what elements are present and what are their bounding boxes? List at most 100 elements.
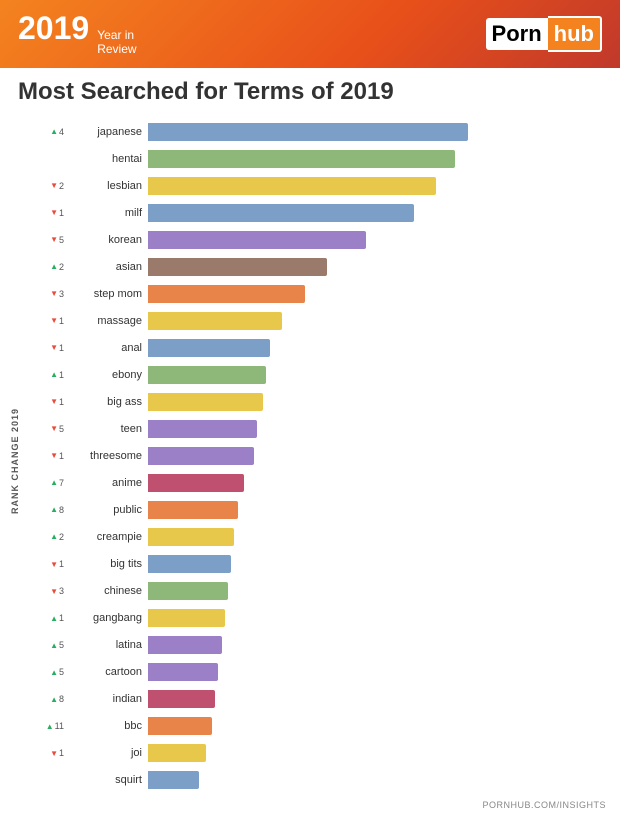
rank-change-item: ▲4	[28, 120, 66, 144]
bar	[148, 717, 212, 735]
rank-change-item: ▲2	[28, 255, 66, 279]
term-label: creampie	[66, 525, 148, 549]
term-label: korean	[66, 228, 148, 252]
term-label: milf	[66, 201, 148, 225]
page-title: Most Searched for Terms of 2019	[18, 78, 602, 106]
bar	[148, 420, 257, 438]
bar-row	[148, 768, 610, 792]
bar	[148, 204, 414, 222]
bar-row	[148, 606, 610, 630]
term-label: gangbang	[66, 606, 148, 630]
arrow-up-icon: ▲	[50, 505, 58, 514]
bar	[148, 636, 222, 654]
logo-hub: hub	[548, 16, 602, 52]
bar	[148, 312, 282, 330]
term-label: joi	[66, 741, 148, 765]
rank-changes-column: ▲4 ▼2▼1▼5▲2▼3▼1▼1▲1▼1▼5▼1▲7▲8▲2▼1▼3▲1▲5▲…	[28, 112, 66, 800]
rank-change-item: ▼1	[28, 201, 66, 225]
bar	[148, 231, 366, 249]
rank-change-item: ▼1	[28, 390, 66, 414]
bar-row	[148, 471, 610, 495]
rank-change-item: ▲5	[28, 633, 66, 657]
term-label: teen	[66, 417, 148, 441]
footer-url: PORNHUB.COM/INSIGHTS	[482, 800, 606, 810]
arrow-down-icon: ▼	[50, 749, 58, 758]
arrow-up-icon: ▲	[50, 695, 58, 704]
arrow-down-icon: ▼	[50, 397, 58, 406]
bar-row	[148, 741, 610, 765]
bar-row	[148, 417, 610, 441]
rank-change-item: ▲8	[28, 498, 66, 522]
bar-row	[148, 336, 610, 360]
bar-row	[148, 282, 610, 306]
bar	[148, 582, 228, 600]
rank-change-item: ▼1	[28, 336, 66, 360]
bar	[148, 123, 468, 141]
arrow-up-icon: ▲	[50, 478, 58, 487]
term-label: anal	[66, 336, 148, 360]
bar-row	[148, 363, 610, 387]
rank-change-item: ▲7	[28, 471, 66, 495]
term-label: public	[66, 498, 148, 522]
rank-change-item: ▲1	[28, 363, 66, 387]
bar-row	[148, 552, 610, 576]
bar	[148, 528, 234, 546]
rank-label-wrap: RANK CHANGE 2019	[4, 112, 26, 800]
arrow-down-icon: ▼	[50, 235, 58, 244]
rank-change-item: ▲5	[28, 660, 66, 684]
bar	[148, 258, 327, 276]
rank-change-item	[28, 147, 66, 171]
term-label: lesbian	[66, 174, 148, 198]
bars-area	[148, 112, 610, 800]
arrow-up-icon: ▲	[50, 614, 58, 623]
arrow-up-icon: ▲	[50, 370, 58, 379]
bar	[148, 339, 270, 357]
arrow-up-icon: ▲	[50, 532, 58, 541]
bar-row	[148, 255, 610, 279]
arrow-down-icon: ▼	[50, 181, 58, 190]
term-label: hentai	[66, 147, 148, 171]
bar-row	[148, 120, 610, 144]
rank-change-item: ▼1	[28, 552, 66, 576]
bar	[148, 150, 455, 168]
bar-row	[148, 660, 610, 684]
term-label: massage	[66, 309, 148, 333]
bar-row	[148, 228, 610, 252]
rank-change-item: ▼5	[28, 417, 66, 441]
bar-row	[148, 525, 610, 549]
bar	[148, 474, 244, 492]
bar-row	[148, 633, 610, 657]
bar	[148, 447, 254, 465]
arrow-down-icon: ▼	[50, 451, 58, 460]
term-label: japanese	[66, 120, 148, 144]
term-label: step mom	[66, 282, 148, 306]
bar-row	[148, 147, 610, 171]
term-label: anime	[66, 471, 148, 495]
term-label: asian	[66, 255, 148, 279]
year-text: 2019	[18, 12, 89, 44]
term-label: ebony	[66, 363, 148, 387]
bar-row	[148, 579, 610, 603]
rank-change-item: ▼1	[28, 741, 66, 765]
rank-change-item: ▼3	[28, 579, 66, 603]
bar	[148, 555, 231, 573]
term-label: squirt	[66, 768, 148, 792]
term-label: chinese	[66, 579, 148, 603]
footer: PORNHUB.COM/INSIGHTS	[0, 800, 620, 814]
term-label: indian	[66, 687, 148, 711]
bar-row	[148, 174, 610, 198]
bar	[148, 609, 225, 627]
bar	[148, 177, 436, 195]
bar	[148, 690, 215, 708]
arrow-down-icon: ▼	[50, 587, 58, 596]
rank-change-item: ▲8	[28, 687, 66, 711]
arrow-down-icon: ▼	[50, 560, 58, 569]
term-label: cartoon	[66, 660, 148, 684]
bar	[148, 771, 199, 789]
rank-change-item: ▼1	[28, 309, 66, 333]
header: 2019 Year in Review Pornhub	[0, 0, 620, 68]
bar-row	[148, 201, 610, 225]
logo: Pornhub	[486, 16, 602, 52]
term-labels-column: japanese hentai lesbian milf korean asian step…	[66, 112, 148, 800]
rank-change-item	[28, 768, 66, 792]
